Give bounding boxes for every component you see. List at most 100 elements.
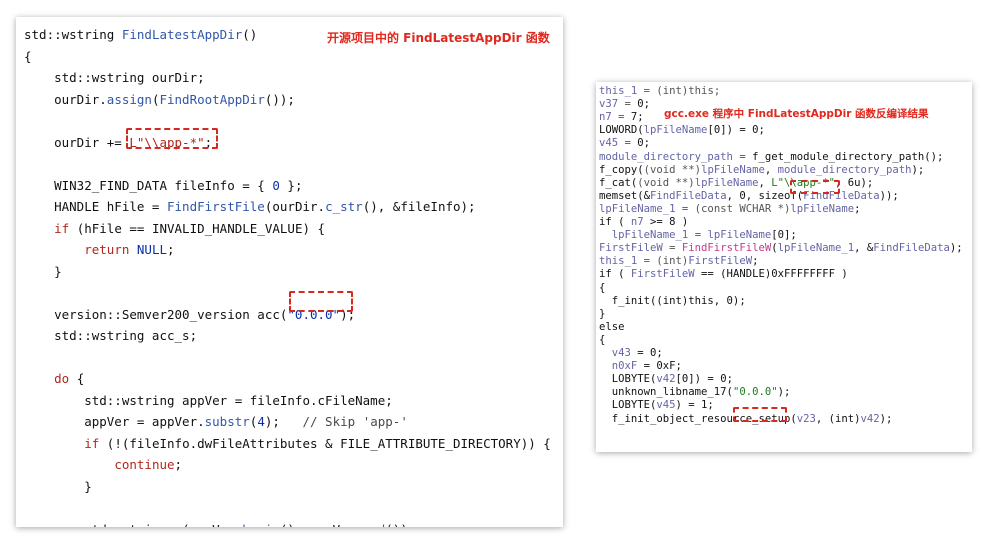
code-line: this_1 = (int)this; — [599, 85, 720, 98]
code-token: ); — [911, 163, 925, 176]
code-line: this_1 = (int)FirstFileW; — [599, 255, 758, 268]
code-token: substr — [204, 414, 250, 429]
code-token: WIN32_FIND_DATA fileInfo = { — [24, 177, 273, 193]
code-token: FindFirstFile — [167, 199, 265, 214]
code-token: FindFileData — [873, 242, 950, 255]
code-token: n0xF — [611, 360, 638, 373]
code-token: FindFileData — [650, 189, 727, 202]
code-token: = 0xF; — [637, 360, 682, 373]
code-token: appVer = appVer. — [24, 414, 205, 429]
code-line: LOWORD(lpFileName[0]) = 0; — [599, 124, 765, 137]
code-token: v37 — [599, 98, 619, 111]
code-line: else — [599, 321, 625, 334]
code-token: f_cat( — [599, 176, 638, 189]
code-token: 0 — [272, 177, 280, 193]
code-line: do { — [24, 371, 84, 387]
code-token: else — [599, 320, 625, 333]
code-token: = — [611, 111, 631, 124]
code-token: = — [732, 150, 753, 163]
code-line: n0xF = 0xF; — [599, 360, 682, 373]
code-token: v45 — [656, 399, 676, 412]
code-token: ourDir += — [24, 134, 130, 150]
code-token: [0]) = 0; — [707, 124, 765, 137]
code-line: std::string s(appVer.begin(), appVer.end… — [24, 522, 415, 528]
code-token: 0; — [637, 98, 651, 111]
code-token: , — [764, 163, 778, 176]
code-token: v43 — [611, 347, 631, 359]
highlight-app-pattern-left — [126, 128, 218, 149]
code-line: f_init((int)this, 0); — [599, 295, 746, 308]
code-token: = — [662, 242, 682, 255]
code-token: ); — [879, 412, 893, 425]
code-token: , — [758, 176, 772, 189]
code-token: HANDLE hFile = — [24, 199, 167, 214]
code-token: [0]) = 0; — [675, 373, 733, 386]
code-token: "0.0.0" — [732, 386, 778, 399]
code-token: LOWORD( — [599, 124, 644, 137]
code-token: assign — [106, 91, 152, 107]
code-token: } — [24, 263, 62, 279]
code-token: lpFileName_1 — [599, 202, 676, 215]
code-token: (hFile == INVALID_HANDLE_VALUE) { — [69, 220, 326, 236]
code-token: LOBYTE( — [599, 399, 657, 412]
code-token: if — [84, 435, 100, 451]
code-token: (void **) — [643, 163, 702, 176]
code-token: (), &fileInfo); — [362, 199, 476, 214]
code-line: memset(&FindFileData, 0, sizeof(FindFile… — [599, 190, 899, 203]
code-token: lpFileName — [701, 163, 765, 176]
code-token: , 6u); — [835, 176, 874, 189]
code-token: ); — [949, 242, 963, 255]
code-token: version::Semver200_version acc( — [24, 306, 288, 322]
code-token: = — [618, 98, 638, 111]
code-line: } — [24, 479, 92, 495]
code-token: , (int) — [815, 412, 861, 425]
left-code-block: std::wstring FindLatestAppDir(){ std::ws… — [16, 17, 563, 527]
code-token: return — [84, 242, 130, 257]
code-token: continue — [114, 457, 175, 472]
code-line: FirstFileW = FindFirstFileW(lpFileName_1… — [599, 242, 963, 255]
code-token: , & — [854, 242, 874, 255]
code-token: if ( — [599, 268, 631, 281]
code-line: appVer = appVer.substr(4); // Skip 'app-… — [24, 414, 408, 430]
code-line: LOBYTE(v42[0]) = 0; — [599, 373, 733, 386]
code-token: if — [54, 220, 70, 236]
code-token: v42 — [860, 412, 880, 425]
code-token: std::wstring appVer = fileInfo.cFileName… — [24, 392, 393, 408]
code-token: == (HANDLE)0xFFFFFFFF ) — [694, 268, 848, 281]
code-line: { — [24, 49, 32, 65]
code-token: f_copy( — [599, 163, 644, 176]
code-token: FindFirstFileW — [681, 242, 772, 255]
code-line: unknown_libname_17("0.0.0"); — [599, 386, 791, 399]
code-line: if ( n7 >= 8 ) — [599, 216, 688, 229]
code-line: lpFileName_1 = lpFileName[0]; — [599, 229, 797, 242]
code-line: n7 = 7; — [599, 111, 644, 124]
code-token: { — [69, 371, 85, 386]
code-token: (), appVer. — [280, 522, 363, 528]
code-token: lpFileName — [790, 202, 855, 215]
code-line: std::wstring acc_s; — [24, 328, 197, 344]
code-token: memset(& — [599, 189, 651, 202]
code-token: v45 — [599, 137, 619, 150]
right-code-block: this_1 = (int)this; v37 = 0; n7 = 7; LOWORD… — [596, 82, 972, 452]
code-token: lpFileName — [707, 229, 772, 242]
right-decompiled-screenshot: this_1 = (int)this; v37 = 0; n7 = 7; LOWORD… — [596, 82, 972, 452]
code-token: f_get_module_directory_path(); — [752, 150, 944, 163]
code-token: 7; — [630, 111, 644, 124]
code-token: this_1 — [599, 255, 638, 268]
code-token: } — [24, 478, 92, 494]
code-token: } — [599, 307, 606, 320]
code-token: { — [24, 48, 32, 64]
code-line: } — [599, 308, 605, 321]
code-line: continue; — [24, 457, 182, 473]
highlight-app-pattern-right — [790, 180, 840, 194]
code-token: this_1 — [599, 85, 638, 97]
code-line: { — [599, 334, 605, 347]
code-token: module_directory_path — [599, 150, 733, 163]
code-token: )); — [879, 189, 899, 202]
code-line: HANDLE hFile = FindFirstFile(ourDir.c_st… — [24, 199, 476, 215]
code-token: { — [599, 281, 606, 294]
